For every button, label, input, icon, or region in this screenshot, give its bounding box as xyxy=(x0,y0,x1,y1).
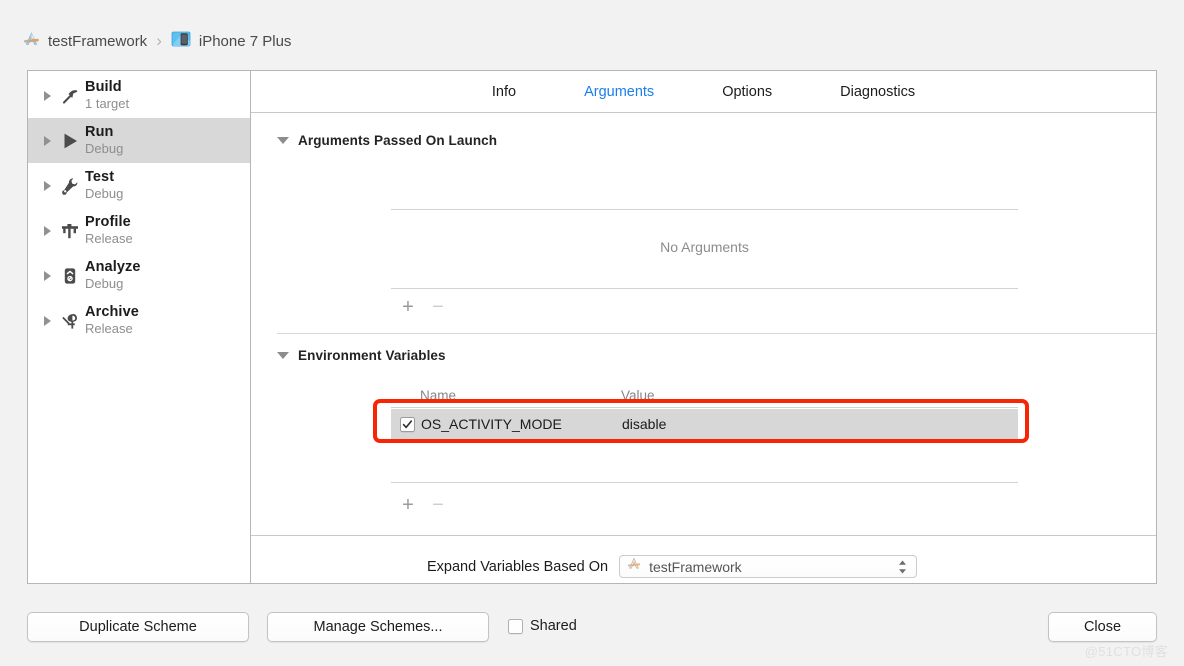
arguments-empty-message: No Arguments xyxy=(660,239,749,255)
wrench-icon xyxy=(55,175,85,197)
tab-info[interactable]: Info xyxy=(458,84,550,100)
watermark: @51CTO博客 xyxy=(1084,644,1168,659)
expand-variables-row: Expand Variables Based On testFramework xyxy=(427,555,918,578)
disclosure-triangle-down-icon[interactable] xyxy=(277,352,289,359)
sidebar-item-profile-title: Profile xyxy=(85,214,131,231)
env-section-title: Environment Variables xyxy=(298,348,446,363)
shared-checkbox-group[interactable]: Shared xyxy=(508,618,577,634)
sidebar-item-run-subtitle: Debug xyxy=(85,140,124,156)
arguments-table[interactable]: No Arguments xyxy=(391,209,1018,289)
arguments-section-title: Arguments Passed On Launch xyxy=(298,133,498,148)
hammer-icon xyxy=(55,85,85,107)
disclosure-triangle-icon[interactable] xyxy=(39,180,55,191)
duplicate-scheme-button[interactable]: Duplicate Scheme xyxy=(27,612,249,642)
arguments-table-controls: + − xyxy=(393,295,453,319)
archive-icon xyxy=(55,310,85,332)
sidebar-item-archive-subtitle: Release xyxy=(85,320,133,336)
manage-schemes-button[interactable]: Manage Schemes... xyxy=(267,612,489,642)
env-row-checkbox[interactable] xyxy=(400,416,415,432)
sidebar-item-run-title: Run xyxy=(85,124,114,141)
sidebar-item-archive[interactable]: Archive Release xyxy=(28,298,250,343)
env-column-name: Name xyxy=(420,388,457,403)
tab-bar: Info Arguments Options Diagnostics xyxy=(251,71,1156,113)
env-section-header[interactable]: Environment Variables xyxy=(277,348,446,363)
breadcrumb-project[interactable]: testFramework xyxy=(22,30,147,53)
scheme-editor-panel: Build 1 target Run Debug Test Debug Prof… xyxy=(27,70,1157,584)
breadcrumb-project-label: testFramework xyxy=(48,32,148,50)
sidebar-item-build-title: Build xyxy=(85,79,122,96)
add-env-variable-button[interactable]: + xyxy=(393,493,423,517)
sidebar-item-test[interactable]: Test Debug xyxy=(28,163,250,208)
chevron-updown-icon[interactable] xyxy=(897,558,908,575)
xcode-icon xyxy=(626,556,642,577)
footer-divider xyxy=(251,535,1156,536)
disclosure-triangle-down-icon[interactable] xyxy=(277,137,289,144)
breadcrumb-destination[interactable]: iPhone 7 Plus xyxy=(171,30,292,53)
env-table[interactable]: OS_ACTIVITY_MODE disable xyxy=(391,407,1018,483)
add-argument-button[interactable]: + xyxy=(393,295,423,319)
sidebar-item-build[interactable]: Build 1 target xyxy=(28,73,250,118)
table-row[interactable]: OS_ACTIVITY_MODE disable xyxy=(391,409,1018,439)
breadcrumb: testFramework › iPhone 7 Plus xyxy=(22,27,291,55)
sidebar-item-analyze[interactable]: Analyze Debug xyxy=(28,253,250,298)
xcode-icon xyxy=(22,30,41,53)
disclosure-triangle-icon[interactable] xyxy=(39,135,55,146)
scheme-detail-content: Info Arguments Options Diagnostics Argum… xyxy=(251,71,1156,583)
sidebar-item-profile[interactable]: Profile Release xyxy=(28,208,250,253)
simulator-icon xyxy=(171,30,192,53)
sidebar-item-profile-subtitle: Release xyxy=(85,230,133,246)
env-row-name[interactable]: OS_ACTIVITY_MODE xyxy=(421,416,562,432)
breadcrumb-destination-label: iPhone 7 Plus xyxy=(198,32,292,50)
tab-options[interactable]: Options xyxy=(688,84,806,100)
arguments-pane: Arguments Passed On Launch No Arguments … xyxy=(251,113,1156,583)
scheme-actions-sidebar: Build 1 target Run Debug Test Debug Prof… xyxy=(28,71,251,583)
expand-variables-popup-button[interactable]: testFramework xyxy=(619,555,918,578)
env-table-controls: + − xyxy=(393,493,453,517)
remove-argument-button: − xyxy=(432,295,444,318)
sidebar-item-test-title: Test xyxy=(85,169,115,186)
shared-label: Shared xyxy=(530,618,577,634)
env-column-value: Value xyxy=(621,388,655,403)
disclosure-triangle-icon[interactable] xyxy=(39,90,55,101)
disclosure-triangle-icon[interactable] xyxy=(39,315,55,326)
expand-variables-value: testFramework xyxy=(649,558,742,575)
sidebar-item-archive-title: Archive xyxy=(85,304,139,321)
expand-variables-label: Expand Variables Based On xyxy=(427,558,609,575)
sidebar-item-test-subtitle: Debug xyxy=(85,185,124,201)
tab-diagnostics[interactable]: Diagnostics xyxy=(806,84,949,100)
remove-env-variable-button: − xyxy=(432,493,444,516)
sidebar-item-build-subtitle: 1 target xyxy=(85,95,130,111)
close-button[interactable]: Close xyxy=(1048,612,1157,642)
disclosure-triangle-icon[interactable] xyxy=(39,225,55,236)
env-row-value[interactable]: disable xyxy=(622,416,666,432)
breadcrumb-separator: › xyxy=(156,31,162,50)
sidebar-item-analyze-title: Analyze xyxy=(85,259,141,276)
caliper-icon xyxy=(55,220,85,242)
tab-arguments[interactable]: Arguments xyxy=(550,84,688,100)
arguments-section-header[interactable]: Arguments Passed On Launch xyxy=(277,133,497,148)
play-icon xyxy=(55,130,85,152)
sidebar-item-run[interactable]: Run Debug xyxy=(28,118,250,163)
section-divider xyxy=(277,333,1156,334)
analyze-icon xyxy=(55,265,85,287)
disclosure-triangle-icon[interactable] xyxy=(39,270,55,281)
sidebar-item-analyze-subtitle: Debug xyxy=(85,275,124,291)
shared-checkbox[interactable] xyxy=(508,618,523,634)
